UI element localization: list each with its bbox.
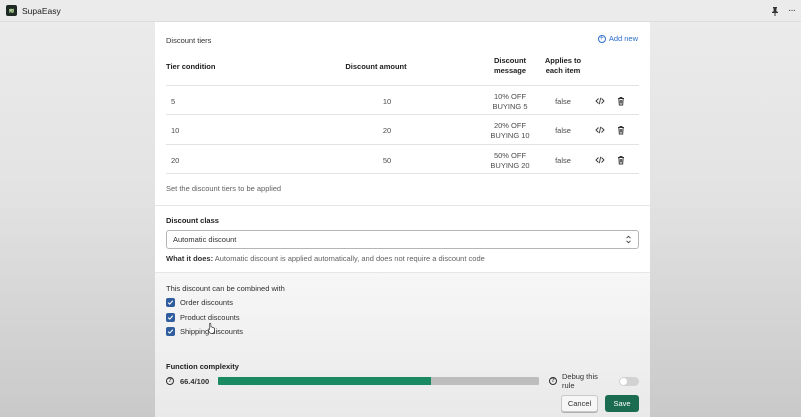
discount-class-selected-value: Automatic discount [173, 235, 237, 244]
debug-rule-label: Debug this rule [562, 372, 598, 390]
code-icon[interactable] [595, 125, 605, 135]
discount-tiers-title: Discount tiers [166, 36, 212, 45]
checkbox-checked-icon [166, 327, 175, 336]
applies-to-each-item-cell: false [555, 126, 571, 135]
app-title: SupaEasy [22, 5, 61, 16]
table-row: 5 10 10% OFF BUYING 5 false [166, 85, 639, 114]
app-logo-icon: ≋ [6, 5, 17, 16]
applies-to-each-item-cell: false [555, 156, 571, 165]
complexity-score: 66.4/100 [179, 376, 210, 386]
trash-icon[interactable] [616, 96, 626, 106]
more-horizontal-icon[interactable]: ··· [788, 6, 796, 16]
debug-rule-toggle[interactable] [619, 376, 640, 386]
select-chevron-icon [626, 235, 631, 244]
complexity-progress-fill [217, 377, 432, 385]
discount-tiers-section: Discount tiers + Add new Tier condition … [155, 22, 650, 205]
combinations-section: This discount can be combined with Order… [155, 272, 650, 417]
combinations-title: This discount can be combined with [166, 284, 285, 293]
function-complexity-row: ? 66.4/100 ? Debug this rule [166, 372, 640, 390]
add-new-tier-button[interactable]: + Add new [597, 34, 638, 43]
order-discounts-checkbox[interactable]: Order discounts [166, 298, 233, 307]
help-circle-icon[interactable]: ? [549, 377, 557, 385]
trash-icon[interactable] [616, 155, 626, 165]
discount-class-select[interactable]: Automatic discount [166, 230, 639, 249]
product-discounts-checkbox[interactable]: Product discounts [166, 313, 240, 322]
discount-amount-cell: 10 [382, 97, 392, 106]
toggle-knob [620, 377, 628, 385]
save-button[interactable]: Save [605, 395, 639, 412]
discount-message-cell: 50% OFF BUYING 20 [490, 151, 530, 170]
column-header-applies-to-each-item: Applies to each item [544, 56, 582, 75]
checkbox-checked-icon [166, 313, 175, 322]
code-icon[interactable] [595, 155, 605, 165]
discount-class-section: Discount class Automatic discount What i… [155, 205, 650, 272]
discount-message-cell: 10% OFF BUYING 5 [492, 92, 528, 111]
tier-condition-cell: 10 [171, 126, 180, 135]
checkbox-label: Order discounts [180, 298, 233, 307]
column-header-discount-message: Discount message [493, 56, 527, 75]
add-new-label: Add new [608, 34, 638, 43]
checkbox-label: Product discounts [180, 313, 240, 322]
tier-condition-cell: 20 [171, 156, 180, 165]
discount-class-label: Discount class [166, 216, 219, 225]
tier-condition-cell: 5 [171, 97, 176, 106]
column-header-tier-condition: Tier condition [166, 62, 216, 71]
hand-cursor-icon [207, 322, 215, 334]
discount-amount-cell: 20 [382, 126, 392, 135]
checkbox-checked-icon [166, 298, 175, 307]
code-icon[interactable] [595, 96, 605, 106]
app-topbar: ≋ SupaEasy ··· [0, 0, 801, 22]
cancel-button[interactable]: Cancel [561, 395, 598, 412]
function-complexity-title: Function complexity [166, 362, 239, 371]
discount-message-cell: 20% OFF BUYING 10 [490, 121, 530, 140]
column-header-discount-amount: Discount amount [345, 62, 407, 71]
pin-icon[interactable] [770, 6, 780, 16]
discount-settings-card: Discount tiers + Add new Tier condition … [155, 22, 650, 417]
discount-amount-cell: 50 [382, 156, 392, 165]
table-row: 20 50 50% OFF BUYING 20 false [166, 144, 639, 173]
complexity-progress-bar [217, 377, 540, 385]
debug-rule-control: ? Debug this rule [549, 372, 640, 390]
plus-circle-icon: + [597, 34, 606, 43]
trash-icon[interactable] [616, 125, 626, 135]
help-circle-icon[interactable]: ? [166, 377, 174, 385]
applies-to-each-item-cell: false [555, 97, 571, 106]
table-row: 10 20 20% OFF BUYING 10 false [166, 114, 639, 143]
table-bottom-divider [166, 173, 639, 174]
discount-class-description: What it does: Automatic discount is appl… [166, 254, 485, 263]
shipping-discounts-checkbox[interactable]: Shipping discounts [166, 327, 243, 336]
tiers-help-text: Set the discount tiers to be applied [166, 184, 282, 193]
